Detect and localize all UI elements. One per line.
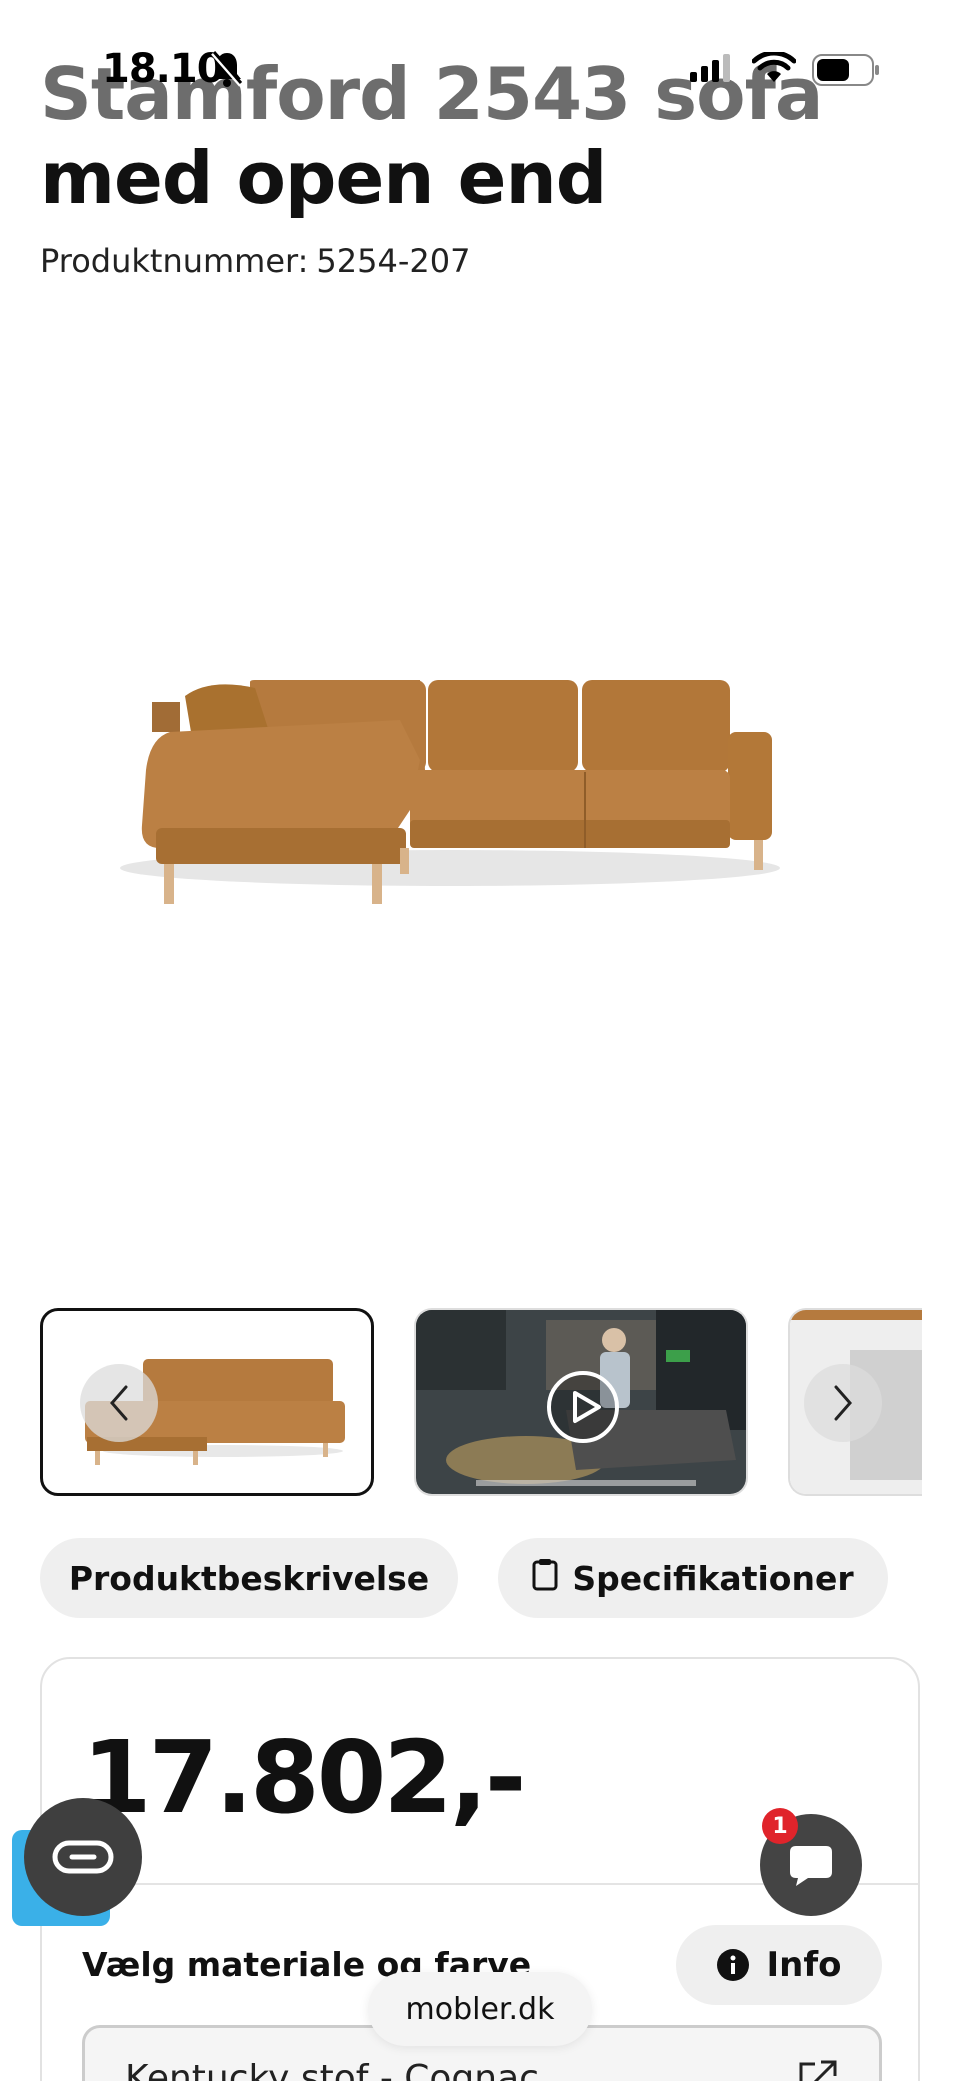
tab-specifikationer[interactable]: Specifikationer bbox=[498, 1538, 888, 1618]
title-line-2: med open end bbox=[40, 136, 607, 220]
url-bar[interactable]: mobler.dk bbox=[368, 1972, 592, 2046]
play-icon[interactable] bbox=[546, 1370, 620, 1448]
status-bar: 18.10 bbox=[0, 40, 960, 100]
bell-slash-icon bbox=[210, 50, 244, 92]
tab-produktbeskrivelse[interactable]: Produktbeskrivelse bbox=[40, 1538, 458, 1618]
cobrowse-icon bbox=[52, 1840, 114, 1874]
status-time: 18.10 bbox=[102, 46, 225, 92]
battery-icon bbox=[812, 54, 882, 90]
info-button[interactable]: Info bbox=[676, 1925, 882, 2005]
product-number-label: Produktnummer: bbox=[40, 242, 309, 280]
external-link-icon bbox=[795, 2058, 839, 2081]
price: 17.802,- bbox=[82, 1719, 526, 1836]
product-number: Produktnummer: 5254-207 bbox=[40, 242, 470, 280]
chevron-left-icon[interactable] bbox=[80, 1364, 158, 1442]
chat-bubble-icon bbox=[790, 1846, 832, 1886]
material-value: Kentucky stof - Cognac bbox=[125, 2058, 539, 2081]
info-icon bbox=[717, 1949, 750, 1981]
cobrowse-button[interactable] bbox=[24, 1798, 142, 1916]
product-image[interactable] bbox=[0, 320, 960, 1280]
clipboard-icon bbox=[532, 1557, 558, 1599]
wifi-icon bbox=[751, 50, 797, 88]
tab-specifikationer-label: Specifikationer bbox=[572, 1558, 854, 1598]
signal-icon bbox=[690, 54, 732, 86]
tab-produktbeskrivelse-label: Produktbeskrivelse bbox=[68, 1558, 430, 1598]
chevron-right-icon[interactable] bbox=[804, 1364, 882, 1442]
chat-badge: 1 bbox=[762, 1808, 798, 1844]
product-number-value: 5254-207 bbox=[316, 242, 471, 280]
info-label: Info bbox=[766, 1945, 842, 1985]
